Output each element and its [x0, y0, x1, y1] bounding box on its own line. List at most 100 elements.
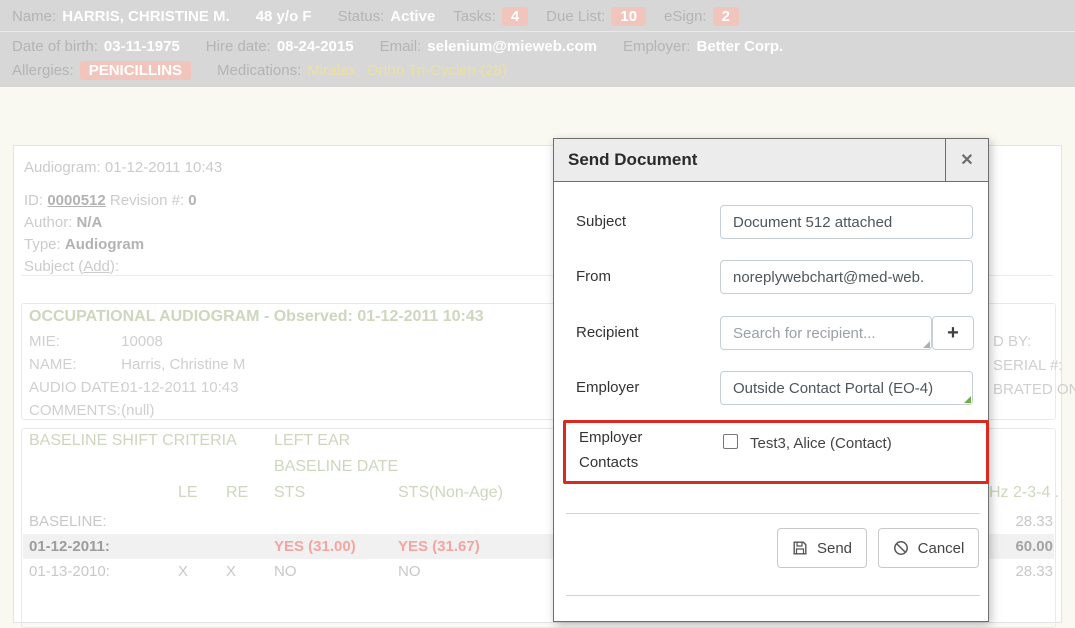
- type-label: Type:: [24, 236, 61, 253]
- save-icon: [792, 540, 808, 556]
- hire-date-value: 08-24-2015: [277, 38, 354, 55]
- row-label: BASELINE:: [29, 513, 107, 530]
- medications-label: Medications:: [217, 62, 301, 79]
- col-le-header: LE: [178, 484, 198, 502]
- patient-name[interactable]: HARRIS, CHRISTINE M.: [62, 8, 230, 25]
- email-label: Email:: [380, 38, 422, 55]
- modal-title: Send Document: [554, 139, 945, 181]
- banner-row-demographics: Name: HARRIS, CHRISTINE M. 48 y/o F Stat…: [12, 7, 739, 26]
- email-value: selenium@mieweb.com: [427, 38, 597, 55]
- medication-link-miralax[interactable]: Miralax,: [307, 62, 360, 79]
- from-input[interactable]: [720, 260, 973, 294]
- document-subject-line: Subject (Add):: [24, 258, 119, 275]
- audiogram-row-date: AUDIO DATE: 01-12-2011 10:43: [29, 379, 239, 396]
- col-nonage-header: STS(Non-Age): [398, 484, 503, 502]
- banner-row-clinical: Allergies: PENICILLINS Medications: Mira…: [12, 61, 514, 80]
- comments-label: COMMENTS:: [29, 402, 117, 419]
- section-title: BASELINE SHIFT CRITERIA: [29, 432, 237, 450]
- modal-header: Send Document ✕: [554, 139, 988, 182]
- sts-nonage-value: YES (31.67): [398, 538, 480, 555]
- footer-divider-top: [566, 513, 980, 514]
- due-list-count-badge[interactable]: 10: [611, 7, 646, 26]
- le-value: X: [178, 563, 188, 580]
- author-value: N/A: [77, 214, 103, 231]
- recipient-search-input[interactable]: [720, 316, 932, 350]
- send-button[interactable]: Send: [777, 528, 867, 568]
- row-label: 01-13-2010:: [29, 563, 110, 580]
- tested-by-fragment: D BY:: [993, 333, 1031, 350]
- row-right-value: 60.00: [983, 538, 1053, 555]
- due-list-label: Due List:: [546, 8, 605, 25]
- serial-fragment: SERIAL #:: [993, 357, 1062, 374]
- name-row-label: NAME:: [29, 356, 117, 373]
- re-value: X: [226, 563, 236, 580]
- row-right-value: 28.33: [983, 513, 1053, 530]
- esign-label: eSign:: [664, 8, 707, 25]
- document-type-line: Type: Audiogram: [24, 236, 144, 253]
- banner-row-details: Date of birth: 03-11-1975 Hire date: 08-…: [12, 38, 783, 55]
- contact-checkbox-label[interactable]: Test3, Alice (Contact): [750, 435, 892, 452]
- audiogram-row-comments: COMMENTS: (null): [29, 402, 155, 419]
- allergy-badge[interactable]: PENICILLINS: [80, 61, 191, 80]
- employer-field-label: Employer: [576, 379, 639, 396]
- patient-age-sex: 48 y/o F: [256, 8, 312, 25]
- allergies-label: Allergies:: [12, 62, 74, 79]
- esign-count-badge[interactable]: 2: [713, 7, 739, 26]
- hz-header-fragment: Hz 2-3-4 .: [989, 484, 1059, 502]
- baseline-date-header: BASELINE DATE: [274, 458, 398, 476]
- subject-prefix: Subject (: [24, 258, 83, 275]
- status-label: Status:: [338, 8, 385, 25]
- author-label: Author:: [24, 214, 72, 231]
- hire-date-label: Hire date:: [206, 38, 271, 55]
- employer-contacts-label-line1: Employer: [579, 429, 642, 446]
- cancel-button[interactable]: Cancel: [878, 528, 979, 568]
- status-value: Active: [390, 8, 435, 25]
- close-icon[interactable]: ✕: [945, 139, 988, 181]
- subject-suffix: ):: [110, 258, 119, 275]
- name-label: Name:: [12, 8, 56, 25]
- revision-label: Revision #:: [110, 192, 184, 209]
- send-document-modal: Send Document ✕ Subject From Recipient +…: [553, 138, 989, 622]
- audio-date-label: AUDIO DATE:: [29, 379, 117, 396]
- sts-value: NO: [274, 563, 297, 580]
- row-label: 01-12-2011:: [29, 538, 110, 555]
- document-header-title: Audiogram: 01-12-2011 10:43: [24, 159, 222, 176]
- left-ear-header: LEFT EAR: [274, 432, 350, 450]
- cancel-icon: [893, 540, 909, 556]
- dob-value: 03-11-1975: [104, 38, 180, 55]
- mie-value: 10008: [121, 333, 163, 350]
- modal-body: Subject From Recipient + Employer Employ…: [554, 182, 988, 621]
- sts-nonage-value: NO: [398, 563, 421, 580]
- tasks-count-badge[interactable]: 4: [502, 7, 528, 26]
- employer-label: Employer:: [623, 38, 691, 55]
- cancel-button-label: Cancel: [918, 540, 965, 557]
- comments-value: (null): [121, 402, 154, 419]
- employer-select[interactable]: [720, 371, 973, 405]
- contact-checkbox[interactable]: [723, 434, 738, 449]
- employer-contacts-label-line2: Contacts: [579, 454, 638, 471]
- annotation-highlight-box: Employer Contacts Test3, Alice (Contact): [563, 420, 989, 484]
- col-re-header: RE: [226, 484, 248, 502]
- dob-label: Date of birth:: [12, 38, 98, 55]
- sts-value: YES (31.00): [274, 538, 356, 555]
- name-row-value: Harris, Christine M: [121, 356, 245, 373]
- audio-date-value: 01-12-2011 10:43: [121, 379, 238, 396]
- revision-value: 0: [188, 192, 196, 209]
- subject-field-label: Subject: [576, 213, 626, 230]
- document-id-link[interactable]: 0000512: [47, 192, 105, 209]
- type-value: Audiogram: [65, 236, 144, 253]
- document-id-line: ID: 0000512 Revision #: 0: [24, 192, 197, 209]
- calibrated-fragment: BRATED ON: [993, 381, 1075, 398]
- col-sts-header: STS: [274, 484, 305, 502]
- subject-add-link[interactable]: Add: [83, 258, 110, 275]
- send-button-label: Send: [817, 540, 852, 557]
- plus-icon: +: [947, 322, 959, 345]
- medication-link-ortho[interactable]: Ortho Tri-Cyclen (28): [367, 62, 507, 79]
- subject-input[interactable]: [720, 205, 973, 239]
- footer-divider-bottom: [566, 595, 980, 596]
- audiogram-row-mie: MIE: 10008: [29, 333, 163, 350]
- banner-divider: [0, 31, 1075, 32]
- mie-label: MIE:: [29, 333, 117, 350]
- patient-banner: Name: HARRIS, CHRISTINE M. 48 y/o F Stat…: [0, 0, 1075, 87]
- add-recipient-button[interactable]: +: [932, 316, 974, 350]
